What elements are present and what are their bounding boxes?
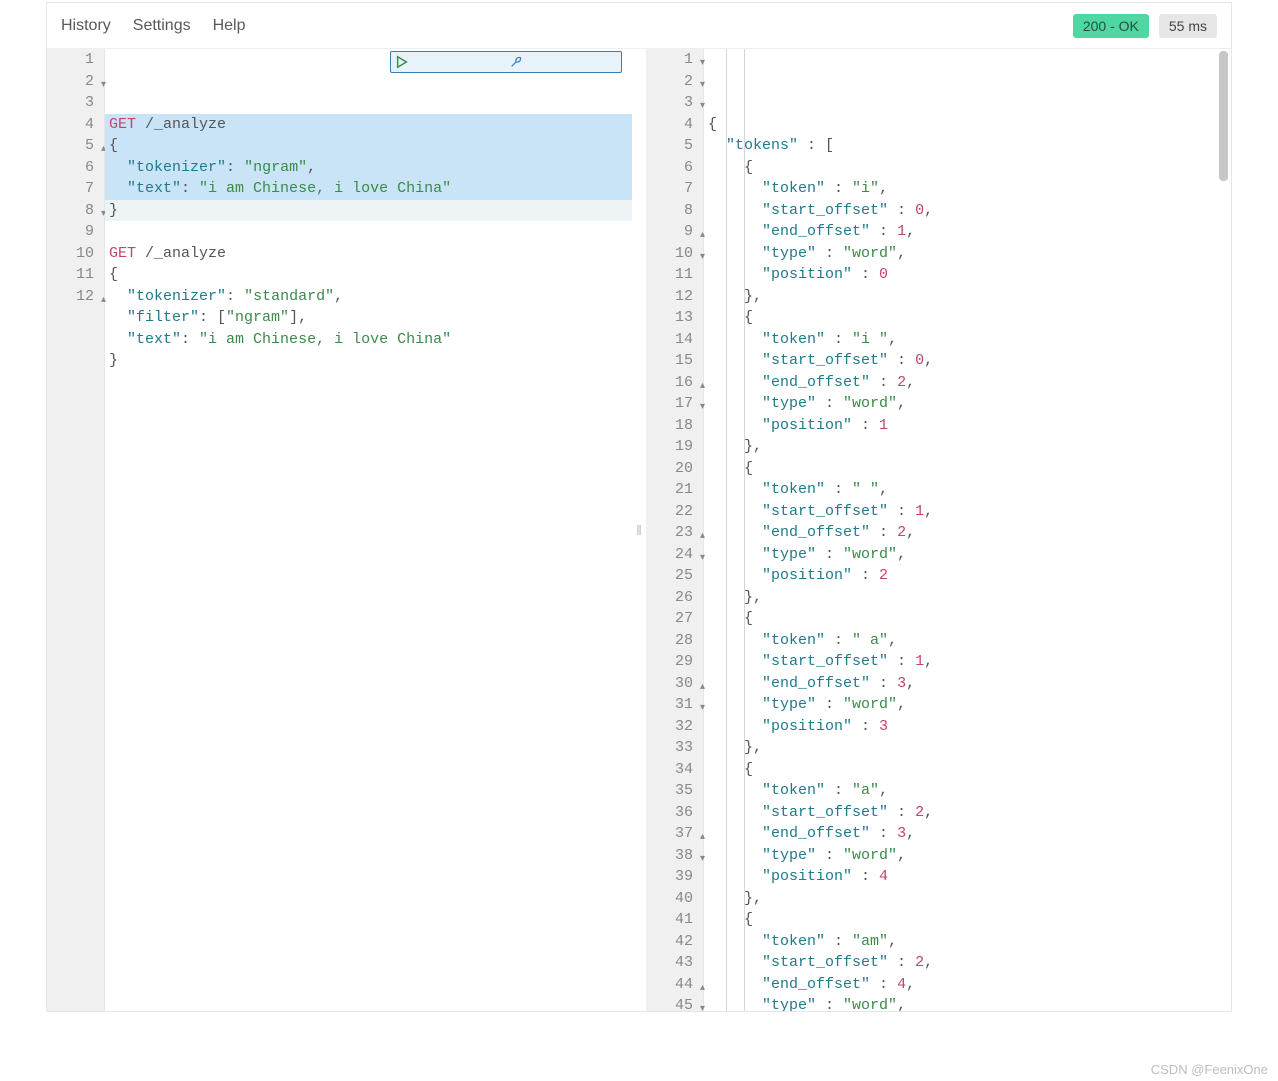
status-badge: 200 - OK [1073, 14, 1149, 38]
response-time-badge: 55 ms [1159, 14, 1217, 38]
menu-help[interactable]: Help [213, 17, 246, 35]
menubar: History Settings Help 200 - OK 55 ms [47, 3, 1231, 49]
request-gutter: 12▾345▴678▾9101112▴ [47, 49, 105, 1011]
play-icon[interactable] [395, 49, 503, 112]
response-editor[interactable]: { "tokens" : [ { "token" : "i", "start_o… [704, 49, 1231, 1011]
response-gutter: 1▾2▾3▾456789▴10▾111213141516▴17▾18192021… [646, 49, 704, 1011]
scrollbar-track[interactable] [1216, 49, 1231, 1011]
request-editor-pane: 12▾345▴678▾9101112▴ GET /_analyze{ "toke… [47, 49, 632, 1011]
run-actions [390, 51, 622, 73]
wrench-icon[interactable] [509, 49, 617, 112]
menu-settings[interactable]: Settings [133, 17, 191, 35]
request-editor[interactable]: GET /_analyze{ "tokenizer": "ngram", "te… [105, 49, 632, 1011]
response-editor-pane: 1▾2▾3▾456789▴10▾111213141516▴17▾18192021… [646, 49, 1231, 1011]
menu-history[interactable]: History [61, 17, 111, 35]
scrollbar-thumb[interactable] [1219, 51, 1228, 181]
watermark: CSDN @FeenixOne [1151, 1062, 1268, 1077]
pane-splitter[interactable]: ‖ [632, 49, 646, 1011]
